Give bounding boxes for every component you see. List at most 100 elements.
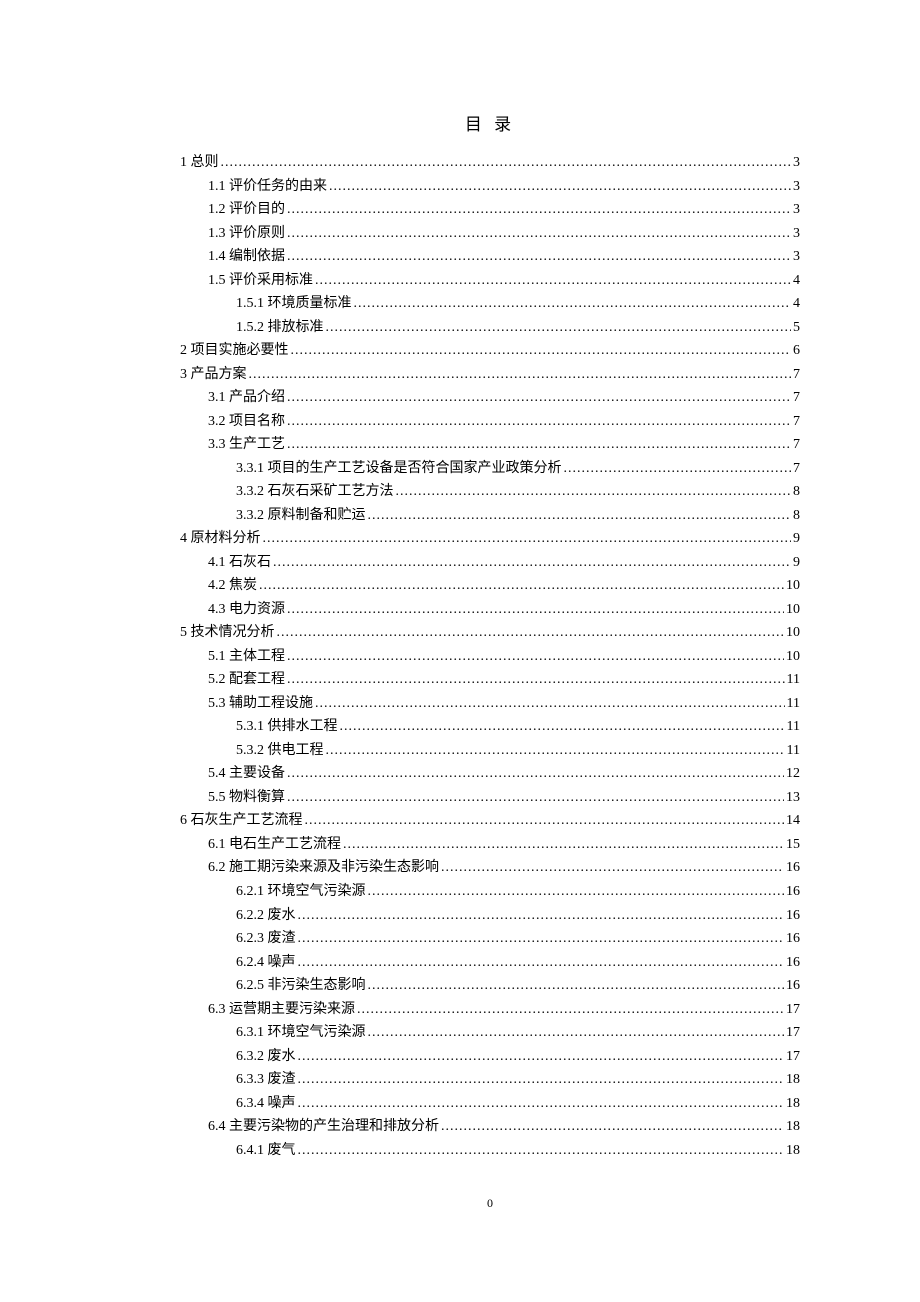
toc-entry-page: 3 (791, 175, 800, 199)
toc-entry-label: 6.1 电石生产工艺流程 (208, 833, 343, 857)
toc-entry[interactable]: 3.3.2 原料制备和贮运8 (180, 504, 800, 528)
toc-entry[interactable]: 6.3.2 废水 17 (180, 1045, 800, 1069)
toc-leader-dots (298, 951, 785, 975)
toc-entry[interactable]: 6.2.3 废渣16 (180, 927, 800, 951)
toc-entry-label: 6.3.2 废水 (236, 1045, 298, 1069)
toc-entry-page: 18 (784, 1139, 800, 1163)
toc-leader-dots (357, 998, 784, 1022)
toc-leader-dots (277, 621, 785, 645)
toc-leader-dots (287, 786, 784, 810)
toc-entry[interactable]: 5 技术情况分析10 (180, 621, 800, 645)
toc-entry[interactable]: 2 项目实施必要性 6 (180, 339, 800, 363)
toc-entry[interactable]: 5.3.2 供电工程11 (180, 739, 800, 763)
toc-entry-page: 3 (791, 198, 800, 222)
toc-leader-dots (326, 739, 785, 763)
toc-entry[interactable]: 4 原材料分析9 (180, 527, 800, 551)
toc-entry[interactable]: 6.4 主要污染物的产生治理和排放分析18 (180, 1115, 800, 1139)
toc-leader-dots (287, 245, 791, 269)
toc-entry[interactable]: 6 石灰生产工艺流程14 (180, 809, 800, 833)
toc-leader-dots (298, 1045, 785, 1069)
toc-entry[interactable]: 6.3.1 环境空气污染源17 (180, 1021, 800, 1045)
toc-leader-dots (343, 833, 784, 857)
toc-entry[interactable]: 6.2.5 非污染生态影响16 (180, 974, 800, 998)
toc-entry-page: 8 (791, 480, 800, 504)
toc-entry-label: 2 项目实施必要性 (180, 339, 291, 363)
toc-entry[interactable]: 6.3 运营期主要污染来源17 (180, 998, 800, 1022)
toc-entry[interactable]: 4.1 石灰石9 (180, 551, 800, 575)
toc-entry[interactable]: 4.2 焦炭10 (180, 574, 800, 598)
toc-entry-page: 18 (784, 1068, 800, 1092)
toc-entry-page: 16 (784, 951, 800, 975)
toc-entry[interactable]: 1.4 编制依据 3 (180, 245, 800, 269)
toc-entry-page: 3 (791, 222, 800, 246)
toc-entry-page: 7 (791, 386, 800, 410)
toc-entry-page: 7 (791, 363, 800, 387)
toc-entry[interactable]: 5.4 主要设备12 (180, 762, 800, 786)
toc-entry[interactable]: 6.3.3 废渣18 (180, 1068, 800, 1092)
toc-entry[interactable]: 6.2.4 噪声 16 (180, 951, 800, 975)
toc-entry-label: 6.4 主要污染物的产生治理和排放分析 (208, 1115, 441, 1139)
toc-entry[interactable]: 6.2 施工期污染来源及非污染生态影响16 (180, 856, 800, 880)
toc-entry[interactable]: 1.5.2 排放标准5 (180, 316, 800, 340)
toc-entry[interactable]: 5.5 物料衡算13 (180, 786, 800, 810)
toc-entry-label: 3.2 项目名称 (208, 410, 287, 434)
toc-entry[interactable]: 1.1 评价任务的由来 3 (180, 175, 800, 199)
toc-leader-dots (354, 292, 792, 316)
toc-entry[interactable]: 3.1 产品介绍7 (180, 386, 800, 410)
toc-entry[interactable]: 5.2 配套工程11 (180, 668, 800, 692)
toc-leader-dots (273, 551, 791, 575)
toc-entry[interactable]: 3.3 生产工艺7 (180, 433, 800, 457)
toc-entry[interactable]: 6.4.1 废气18 (180, 1139, 800, 1163)
toc-entry[interactable]: 5.3 辅助工程设施11 (180, 692, 800, 716)
toc-entry[interactable]: 3.2 项目名称7 (180, 410, 800, 434)
toc-entry[interactable]: 1.2 评价目的3 (180, 198, 800, 222)
toc-leader-dots (305, 809, 785, 833)
toc-entry[interactable]: 6.3.4 噪声18 (180, 1092, 800, 1116)
toc-leader-dots (315, 692, 785, 716)
toc-leader-dots (287, 410, 791, 434)
toc-entry-page: 17 (784, 998, 800, 1022)
toc-entry-page: 16 (784, 856, 800, 880)
toc-entry-label: 6.2.2 废水 (236, 904, 298, 928)
toc-entry-page: 6 (791, 339, 800, 363)
toc-entry[interactable]: 3 产品方案 7 (180, 363, 800, 387)
toc-entry[interactable]: 6.2.1 环境空气污染源16 (180, 880, 800, 904)
toc-entry-label: 4.3 电力资源 (208, 598, 287, 622)
toc-entry-page: 4 (791, 269, 800, 293)
toc-leader-dots (249, 363, 792, 387)
toc-entry-label: 1.1 评价任务的由来 (208, 175, 329, 199)
toc-entry[interactable]: 6.2.2 废水16 (180, 904, 800, 928)
toc-leader-dots (287, 386, 791, 410)
toc-entry-page: 13 (784, 786, 800, 810)
toc-entry[interactable]: 4.3 电力资源10 (180, 598, 800, 622)
toc-entry-label: 3 产品方案 (180, 363, 249, 387)
toc-entry-label: 1.4 编制依据 (208, 245, 287, 269)
toc-entry-label: 3.3.1 项目的生产工艺设备是否符合国家产业政策分析 (236, 457, 564, 481)
toc-entry[interactable]: 1.3 评价原则 3 (180, 222, 800, 246)
toc-leader-dots (287, 668, 785, 692)
toc-entry[interactable]: 5.3.1 供排水工程11 (180, 715, 800, 739)
toc-entry-label: 4.2 焦炭 (208, 574, 259, 598)
toc-leader-dots (287, 222, 791, 246)
toc-entry-label: 1.5.2 排放标准 (236, 316, 326, 340)
toc-entry[interactable]: 6.1 电石生产工艺流程15 (180, 833, 800, 857)
toc-entry-label: 6.2.4 噪声 (236, 951, 298, 975)
toc-entry-label: 3.3.2 原料制备和贮运 (236, 504, 368, 528)
toc-entry-label: 3.3.2 石灰石采矿工艺方法 (236, 480, 396, 504)
toc-entry[interactable]: 1 总则3 (180, 151, 800, 175)
toc-entry-label: 5.3.2 供电工程 (236, 739, 326, 763)
toc-entry[interactable]: 3.3.2 石灰石采矿工艺方法 8 (180, 480, 800, 504)
toc-entry[interactable]: 5.1 主体工程10 (180, 645, 800, 669)
toc-entry[interactable]: 3.3.1 项目的生产工艺设备是否符合国家产业政策分析7 (180, 457, 800, 481)
toc-entry[interactable]: 1.5.1 环境质量标准4 (180, 292, 800, 316)
toc-entry-page: 3 (791, 245, 800, 269)
toc-entry-page: 11 (785, 692, 800, 716)
toc-entry-label: 6.3.4 噪声 (236, 1092, 298, 1116)
toc-entry-label: 6.2.1 环境空气污染源 (236, 880, 368, 904)
toc-entry-label: 6.2.3 废渣 (236, 927, 298, 951)
toc-leader-dots (441, 1115, 784, 1139)
toc-entry-page: 4 (791, 292, 800, 316)
toc-entry[interactable]: 1.5 评价采用标准4 (180, 269, 800, 293)
toc-entry-page: 17 (784, 1045, 800, 1069)
toc-entry-label: 1.3 评价原则 (208, 222, 287, 246)
